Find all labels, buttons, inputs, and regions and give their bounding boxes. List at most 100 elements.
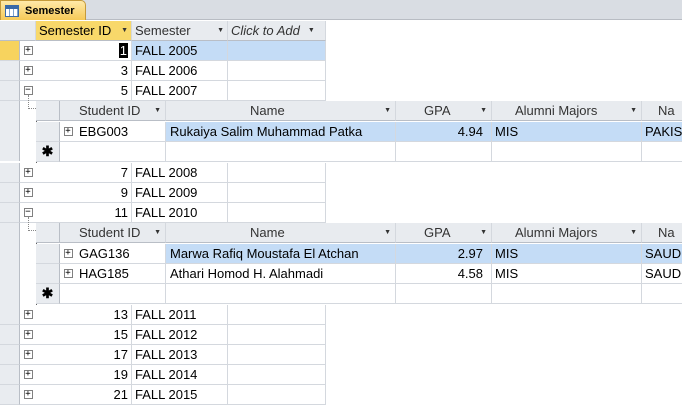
student-id-cell[interactable] xyxy=(76,142,166,162)
dropdown-arrow-icon[interactable]: ▼ xyxy=(630,229,637,236)
semester-cell[interactable]: FALL 2015 xyxy=(132,385,228,405)
table-row[interactable]: + GAG136 Marwa Rafiq Moustafa El Atchan … xyxy=(36,244,682,264)
student-id-cell[interactable] xyxy=(76,284,166,304)
expand-button[interactable]: + xyxy=(20,305,36,325)
row-selector[interactable] xyxy=(0,61,20,81)
table-row[interactable]: + 21 FALL 2015 xyxy=(0,385,326,405)
row-selector[interactable] xyxy=(0,385,20,405)
semester-id-cell[interactable]: 19 xyxy=(36,365,132,385)
name-cell[interactable]: Athari Homod H. Alahmadi xyxy=(166,264,396,284)
semester-id-cell[interactable]: 11 xyxy=(36,203,132,223)
row-selector[interactable] xyxy=(0,305,20,325)
table-row[interactable]: + 19 FALL 2014 xyxy=(0,365,326,385)
semester-id-cell[interactable]: 7 xyxy=(36,163,132,183)
semester-id-cell[interactable]: 15 xyxy=(36,325,132,345)
expand-button[interactable]: + xyxy=(60,244,76,264)
gpa-cell[interactable] xyxy=(396,142,492,162)
row-selector[interactable] xyxy=(36,122,60,142)
table-row[interactable]: + 17 FALL 2013 xyxy=(0,345,326,365)
name-cell[interactable]: Rukaiya Salim Muhammad Patka xyxy=(166,122,396,142)
semester-cell[interactable]: FALL 2013 xyxy=(132,345,228,365)
name-cell[interactable] xyxy=(166,142,396,162)
select-all-corner[interactable] xyxy=(36,223,60,243)
student-id-cell[interactable]: EBG003 xyxy=(76,122,166,142)
row-selector[interactable] xyxy=(0,203,20,223)
add-cell[interactable] xyxy=(228,385,326,405)
row-selector[interactable] xyxy=(0,81,20,101)
student-id-cell[interactable]: GAG136 xyxy=(76,244,166,264)
majors-cell[interactable]: MIS xyxy=(492,264,642,284)
column-header-gpa[interactable]: GPA ▼ xyxy=(396,101,492,121)
semester-cell[interactable]: FALL 2007 xyxy=(132,81,228,101)
semester-id-cell[interactable]: 17 xyxy=(36,345,132,365)
expand-button[interactable]: + xyxy=(20,325,36,345)
semester-cell[interactable]: FALL 2012 xyxy=(132,325,228,345)
column-header-semester-id[interactable]: Semester ID ▼ xyxy=(36,21,132,41)
nationality-cell[interactable] xyxy=(642,142,682,162)
row-selector[interactable] xyxy=(36,264,60,284)
column-header-gpa[interactable]: GPA ▼ xyxy=(396,223,492,243)
row-selector[interactable] xyxy=(0,41,20,61)
gpa-cell[interactable]: 4.94 xyxy=(396,122,492,142)
gpa-cell[interactable] xyxy=(396,284,492,304)
dropdown-arrow-icon[interactable]: ▼ xyxy=(217,27,224,34)
add-cell[interactable] xyxy=(228,183,326,203)
dropdown-arrow-icon[interactable]: ▼ xyxy=(308,27,315,34)
add-cell[interactable] xyxy=(228,81,326,101)
majors-cell[interactable]: MIS xyxy=(492,244,642,264)
row-selector[interactable] xyxy=(0,183,20,203)
semester-cell[interactable]: FALL 2011 xyxy=(132,305,228,325)
table-row[interactable]: + 7 FALL 2008 xyxy=(0,163,326,183)
semester-id-cell[interactable]: 3 xyxy=(36,61,132,81)
column-header-nationality[interactable]: Na xyxy=(642,101,682,121)
expand-button[interactable]: + xyxy=(20,365,36,385)
majors-cell[interactable]: MIS xyxy=(492,122,642,142)
semester-cell[interactable]: FALL 2005 xyxy=(132,41,228,61)
expand-button[interactable]: + xyxy=(20,183,36,203)
table-row[interactable]: − 5 FALL 2007 xyxy=(0,81,326,101)
gpa-cell[interactable]: 4.58 xyxy=(396,264,492,284)
add-cell[interactable] xyxy=(228,365,326,385)
dropdown-arrow-icon[interactable]: ▼ xyxy=(630,107,637,114)
add-cell[interactable] xyxy=(228,61,326,81)
dropdown-arrow-icon[interactable]: ▼ xyxy=(480,107,487,114)
student-id-cell[interactable]: HAG185 xyxy=(76,264,166,284)
nationality-cell[interactable]: SAUDI xyxy=(642,264,682,284)
dropdown-arrow-icon[interactable]: ▼ xyxy=(480,229,487,236)
name-cell[interactable]: Marwa Rafiq Moustafa El Atchan xyxy=(166,244,396,264)
column-header-alumni-majors[interactable]: Alumni Majors ▼ xyxy=(492,223,642,243)
table-row[interactable]: + 15 FALL 2012 xyxy=(0,325,326,345)
column-header-nationality[interactable]: Na xyxy=(642,223,682,243)
column-header-student-id[interactable]: Student ID ▼ xyxy=(76,223,166,243)
add-cell[interactable] xyxy=(228,163,326,183)
row-selector[interactable] xyxy=(0,365,20,385)
semester-id-cell[interactable]: 9 xyxy=(36,183,132,203)
semester-cell[interactable]: FALL 2008 xyxy=(132,163,228,183)
semester-cell[interactable]: FALL 2009 xyxy=(132,183,228,203)
dropdown-arrow-icon[interactable]: ▼ xyxy=(154,229,161,236)
expand-button[interactable]: + xyxy=(20,163,36,183)
semester-id-cell[interactable]: 13 xyxy=(36,305,132,325)
semester-cell[interactable]: FALL 2014 xyxy=(132,365,228,385)
semester-cell[interactable]: FALL 2006 xyxy=(132,61,228,81)
add-cell[interactable] xyxy=(228,305,326,325)
semester-id-cell[interactable]: 21 xyxy=(36,385,132,405)
expand-button[interactable]: + xyxy=(20,385,36,405)
dropdown-arrow-icon[interactable]: ▼ xyxy=(384,107,391,114)
row-selector[interactable] xyxy=(36,244,60,264)
nationality-cell[interactable]: SAUDI xyxy=(642,244,682,264)
expand-button[interactable]: + xyxy=(20,41,36,61)
select-all-corner[interactable] xyxy=(36,101,60,121)
expand-button[interactable]: + xyxy=(60,264,76,284)
table-row[interactable]: + HAG185 Athari Homod H. Alahmadi 4.58 M… xyxy=(36,264,682,284)
add-cell[interactable] xyxy=(228,203,326,223)
column-header-click-to-add[interactable]: Click to Add ▼ xyxy=(228,21,326,41)
semester-cell[interactable]: FALL 2010 xyxy=(132,203,228,223)
add-cell[interactable] xyxy=(228,41,326,61)
gpa-cell[interactable]: 2.97 xyxy=(396,244,492,264)
expand-button[interactable]: + xyxy=(20,61,36,81)
dropdown-arrow-icon[interactable]: ▼ xyxy=(384,229,391,236)
add-cell[interactable] xyxy=(228,345,326,365)
column-header-name[interactable]: Name ▼ xyxy=(166,101,396,121)
table-row[interactable]: + EBG003 Rukaiya Salim Muhammad Patka 4.… xyxy=(36,122,682,142)
